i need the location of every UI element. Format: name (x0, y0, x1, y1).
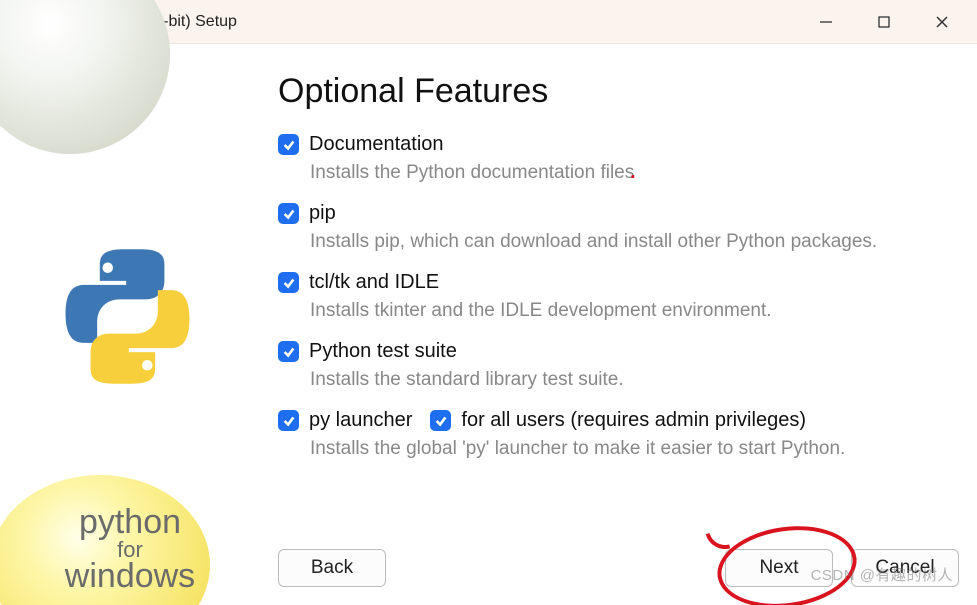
feature-desc: Installs the Python documentation files. (310, 162, 957, 184)
feature-label[interactable]: Python test suite (309, 340, 457, 363)
feature-pip: pip Installs pip, which can download and… (278, 202, 957, 253)
cancel-button[interactable]: Cancel (851, 549, 959, 587)
button-row: Back Next Cancel (278, 549, 959, 587)
checkbox-for-all-users[interactable] (430, 410, 451, 431)
checkbox-test-suite[interactable] (278, 341, 299, 362)
back-button[interactable]: Back (278, 549, 386, 587)
feature-test-suite: Python test suite Installs the standard … (278, 340, 957, 391)
feature-desc: Installs the global 'py' launcher to mak… (310, 438, 957, 460)
checkbox-pip[interactable] (278, 203, 299, 224)
next-button[interactable]: Next (725, 549, 833, 587)
close-button[interactable] (913, 0, 971, 44)
feature-desc: Installs tkinter and the IDLE developmen… (310, 300, 957, 322)
main-panel: Optional Features Documentation Installs… (260, 44, 977, 605)
feature-py-launcher: py launcher for all users (requires admi… (278, 409, 957, 460)
feature-documentation: Documentation Installs the Python docume… (278, 133, 957, 184)
checkbox-py-launcher[interactable] (278, 410, 299, 431)
feature-tcltk: tcl/tk and IDLE Installs tkinter and the… (278, 271, 957, 322)
checkbox-documentation[interactable] (278, 134, 299, 155)
feature-label[interactable]: pip (309, 202, 336, 225)
minimize-button[interactable] (797, 0, 855, 44)
brand-line-3: windows (65, 559, 195, 595)
page-heading: Optional Features (278, 72, 957, 111)
feature-label[interactable]: Documentation (309, 133, 444, 156)
brand-line-1: python (65, 505, 195, 541)
python-logo-icon (55, 244, 200, 389)
feature-desc: Installs pip, which can download and ins… (310, 231, 957, 253)
feature-desc: Installs the standard library test suite… (310, 369, 957, 391)
feature-label-py-launcher[interactable]: py launcher (309, 409, 412, 432)
maximize-button[interactable] (855, 0, 913, 44)
feature-label-all-users[interactable]: for all users (requires admin privileges… (461, 409, 806, 432)
sidebar: python for windows (0, 44, 260, 605)
brand-text: python for windows (65, 505, 195, 595)
checkbox-tcltk[interactable] (278, 272, 299, 293)
decorative-orb-grey (0, 0, 170, 154)
feature-label[interactable]: tcl/tk and IDLE (309, 271, 439, 294)
